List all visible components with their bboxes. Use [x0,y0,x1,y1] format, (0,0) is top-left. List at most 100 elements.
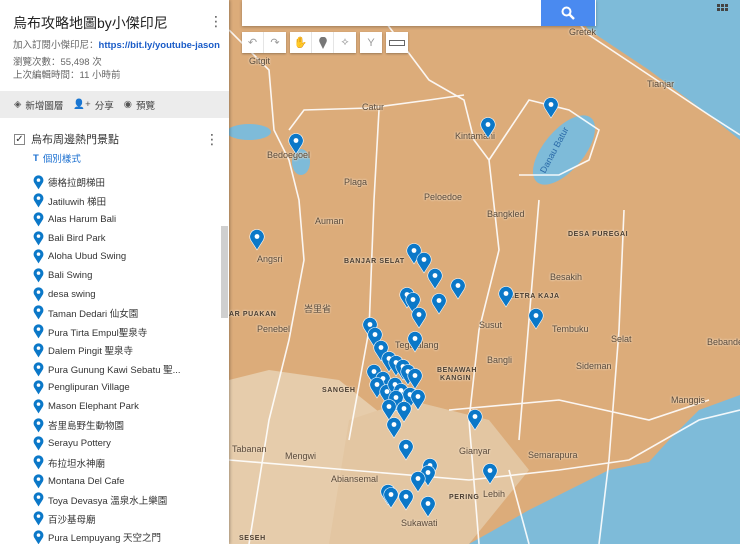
marker-icon [33,249,44,264]
place-list-item[interactable]: Taman Dedari 仙女園 [33,305,213,321]
map-marker[interactable] [249,229,265,251]
map-label-bangli: Bangli [487,355,513,365]
marker-icon [33,511,44,526]
marker-icon [33,212,44,227]
map-label-seseh: SESEH [239,535,266,542]
subscribe-link[interactable]: https://bit.ly/youtube-jason [99,40,220,51]
redo-button[interactable]: ↷ [264,32,286,53]
place-list-item[interactable]: Jatiluwih 梯田 [33,193,213,209]
map-marker[interactable] [383,487,399,509]
person-add-icon: 👤+ [73,99,91,110]
place-list-item[interactable]: Dalem Pingit 聖泉寺 [33,342,213,358]
eye-icon: ◉ [123,99,133,110]
history-toolbar: ↶ ↷ [242,32,286,53]
place-name: 布拉坦水神廟 [48,458,106,470]
map-marker[interactable] [498,286,514,308]
map-label-metra-kaja: METRA KAJA [508,293,560,300]
apps-button[interactable] [717,2,728,20]
measure-button[interactable] [386,32,408,53]
map-marker[interactable] [411,307,427,329]
hand-icon: ✋ [293,37,308,49]
marker-icon [33,193,44,208]
layer-options-menu[interactable]: ⋮ [205,132,219,146]
map-marker[interactable] [480,117,496,139]
map-label-bebandem: Bebandem [707,337,740,347]
measure-toolbar [386,32,408,53]
draw-toolbar: ✋ ⟡ [290,32,356,53]
map-marker[interactable] [407,331,423,353]
pan-button[interactable]: ✋ [290,32,312,53]
map-label-tembuku: Tembuku [552,324,589,334]
place-name: Alas Harum Bali [48,213,117,225]
add-layer-button[interactable]: ◈ 新增圖層 [14,98,63,112]
place-name: Bali Bird Park [48,232,106,244]
place-list-item[interactable]: Serayu Pottery [33,436,213,452]
layer-name[interactable]: 烏布周邊熱門景點 [31,131,119,147]
place-list-item[interactable]: 德格拉朗梯田 [33,174,213,190]
map-label-banjar-selat: BANJAR SELAT [344,258,405,265]
map-options-menu[interactable]: ⋮ [209,14,223,28]
map-label-pering: PERING [449,494,480,501]
share-button[interactable]: 👤+ 分享 [73,98,113,112]
add-layer-label: 新增圖層 [25,100,64,112]
marker-icon [318,36,327,49]
place-list-item[interactable]: Aloha Ubud Swing [33,249,213,265]
place-list-item[interactable]: Montana Del Cafe [33,473,213,489]
map-marker[interactable] [467,409,483,431]
place-list-item[interactable]: Bali Swing [33,268,213,284]
draw-line-button[interactable]: ⟡ [334,32,356,53]
add-marker-button[interactable] [312,32,334,53]
map-marker[interactable] [450,278,466,300]
map-label-desa-puregai: DESA PUREGAI [568,231,629,238]
map-marker[interactable] [528,308,544,330]
map-marker[interactable] [386,417,402,439]
marker-icon [33,417,44,432]
individual-style-button[interactable]: T 個別樣式 [33,151,81,166]
map-marker[interactable] [543,97,559,119]
place-list-item[interactable]: 百沙基母廟 [33,511,213,527]
preview-label: 預覽 [136,100,156,112]
map-label-lebih: Lebih [483,489,506,499]
place-list-item[interactable]: 峇里島野生動物園 [33,417,213,433]
map-marker[interactable] [482,463,498,485]
place-list-item[interactable]: Pura Tirta Empul聖泉寺 [33,324,213,340]
map-label-selat: Selat [611,334,632,344]
undo-button[interactable]: ↶ [242,32,264,53]
map-canvas[interactable]: ↶ ↷ ✋ ⟡ Y Gitgit Gretek Tianjar Catur Kintam… [229,0,740,544]
map-marker[interactable] [398,439,414,461]
place-list-item[interactable]: Pura Lempuyang 天空之門 [33,529,213,544]
place-list-item[interactable]: Toya Devasya 溫泉水上樂園 [33,492,213,508]
directions-button[interactable]: Y [360,32,382,53]
place-list-item[interactable]: Pura Gunung Kawi Sebatu 聖... [33,361,213,377]
layer-checkbox[interactable]: ✓ [14,133,25,145]
place-name: Aloha Ubud Swing [48,251,127,263]
place-list-item[interactable]: Penglipuran Village [33,380,213,396]
redo-icon: ↷ [270,37,280,49]
style-label: 個別樣式 [42,154,81,165]
map-label-semarapura: Semarapura [528,450,578,460]
more-vert-icon: ⋮ [205,131,219,147]
preview-button[interactable]: ◉ 預覽 [124,98,155,112]
map-marker[interactable] [420,496,436,518]
map-marker[interactable] [410,389,426,411]
place-list-item[interactable]: desa swing [33,286,213,302]
map-marker[interactable] [431,293,447,315]
place-list-item[interactable]: Mason Elephant Park [33,398,213,414]
search-button[interactable] [541,0,595,26]
place-list-item[interactable]: Bali Bird Park [33,230,213,246]
map-label-angsri: Angsri [257,254,283,264]
view-count: 瀏覽次數：55,498 次 [13,57,102,68]
map-title[interactable]: 烏布攻略地圖by小傑印尼 [13,13,168,33]
place-list-item[interactable]: 布拉坦水神廟 [33,455,213,471]
map-label-mengwi: Mengwi [285,451,317,461]
sidebar-scrollbar[interactable] [221,226,228,318]
map-marker[interactable] [398,489,414,511]
map-marker[interactable] [427,268,443,290]
place-list-item[interactable]: Alas Harum Bali [33,211,213,227]
map-label-besakih: Besakih [550,272,583,282]
directions-toolbar: Y [360,32,382,53]
marker-icon [33,361,44,376]
map-label-gretek: Gretek [569,27,597,37]
map-marker[interactable] [288,133,304,155]
marker-icon [33,455,44,470]
